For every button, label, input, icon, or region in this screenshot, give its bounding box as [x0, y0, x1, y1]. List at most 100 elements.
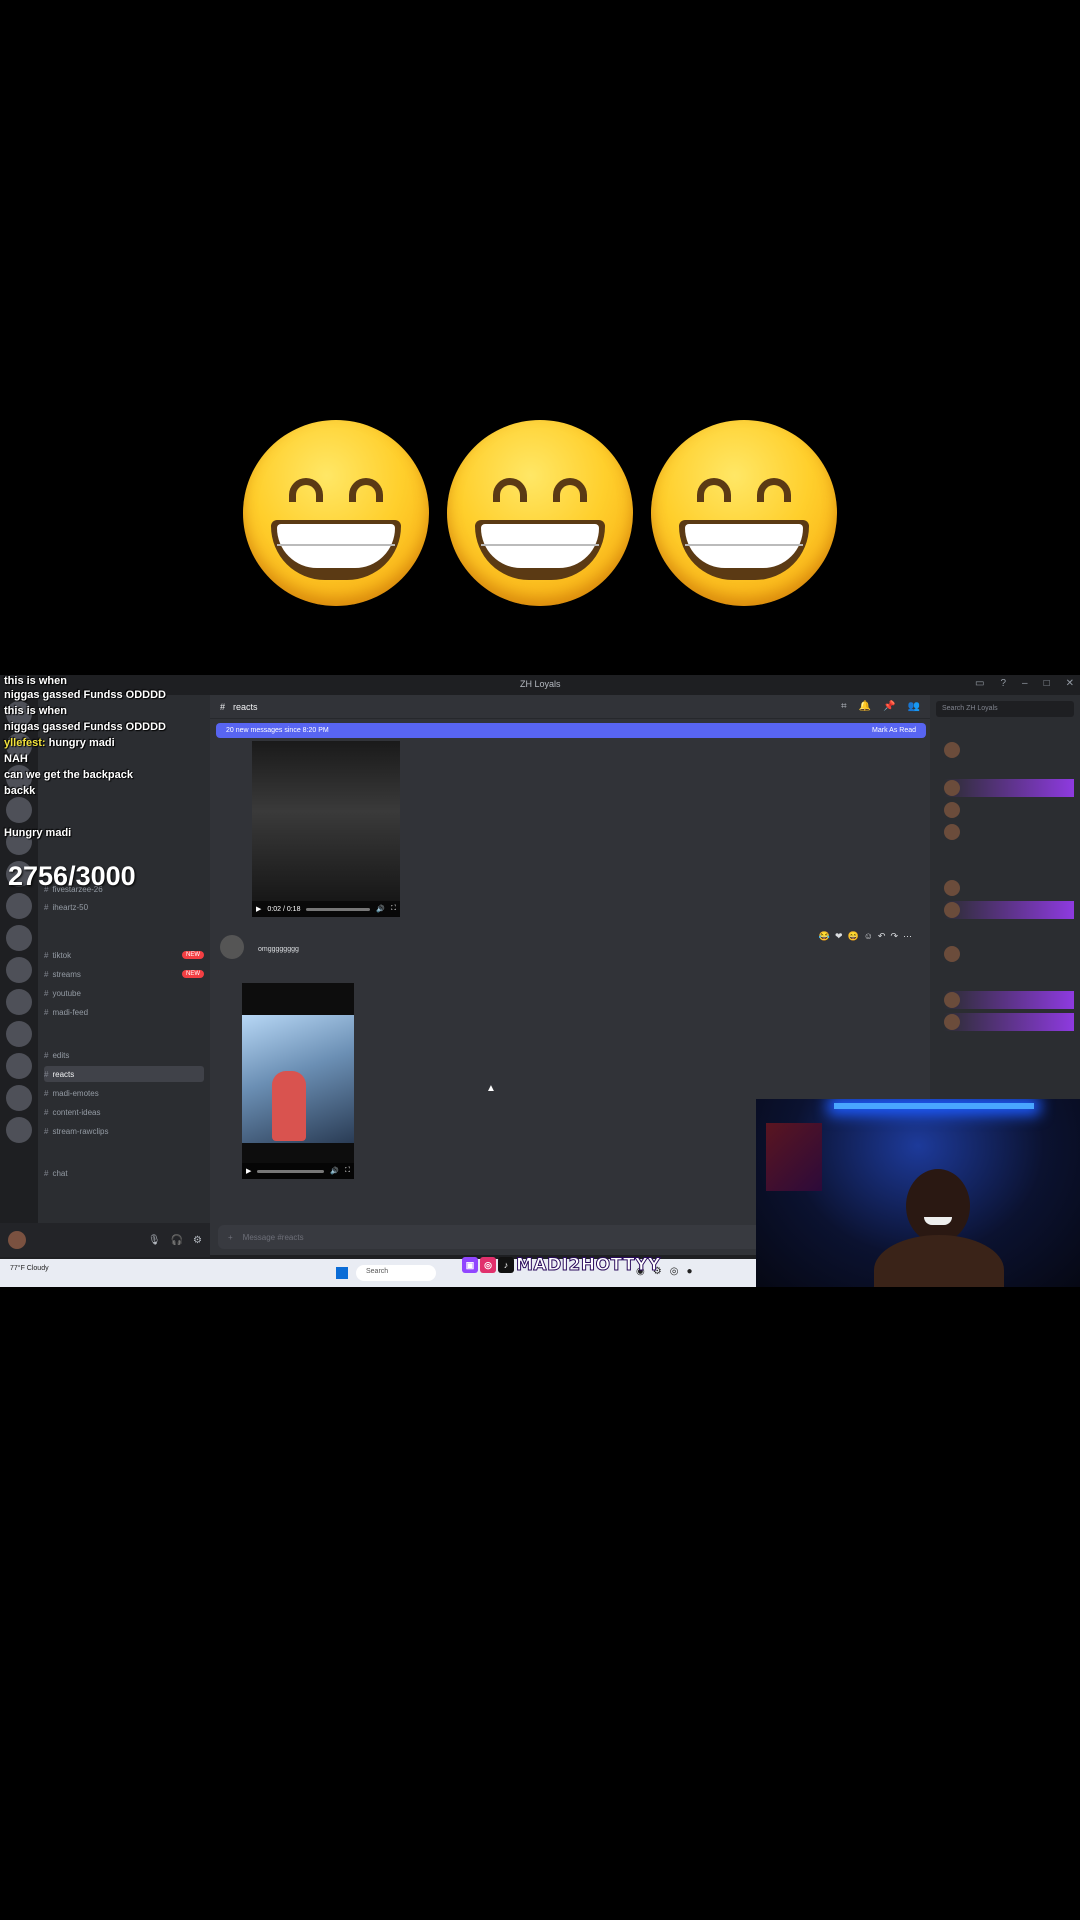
hash-icon: #: [44, 1126, 49, 1136]
gear-icon[interactable]: ⚙: [193, 1235, 202, 1246]
taskbar-search[interactable]: Search: [356, 1265, 436, 1281]
channel-item-edits[interactable]: # edits: [44, 1047, 204, 1063]
channel-item-tiktok[interactable]: # tiktok NEW: [44, 947, 204, 963]
video-attachment[interactable]: ▶ 0:02 / 0:18 🔊 ⛶: [252, 741, 400, 917]
play-icon[interactable]: ▶: [246, 1167, 251, 1175]
server-icon[interactable]: [6, 925, 32, 951]
hash-icon: #: [44, 969, 49, 979]
user-panel: 🎙 🎧 ⚙: [0, 1223, 210, 1257]
window-title: ZH Loyals: [520, 679, 561, 689]
inbox-icon[interactable]: ▭: [975, 678, 984, 689]
threads-icon[interactable]: ⌗: [841, 701, 847, 712]
channel-item-reacts[interactable]: # reacts: [44, 1066, 204, 1082]
channel-item-madi-feed[interactable]: # madi-feed: [44, 1004, 204, 1020]
app-icon[interactable]: ●: [686, 1266, 692, 1277]
chat-line: NAH: [4, 753, 28, 765]
hash-icon: #: [44, 1088, 49, 1098]
hash-icon: #: [44, 1107, 49, 1117]
video-controls: ▶ 🔊 ⛶: [242, 1163, 354, 1179]
reaction-icon[interactable]: ❤: [835, 931, 843, 942]
mark-as-read-button[interactable]: Mark As Read: [872, 727, 916, 734]
channel-item-streams[interactable]: # streams NEW: [44, 966, 204, 982]
close-button[interactable]: ✕: [1066, 678, 1074, 689]
chat-message: Hungry madi: [4, 827, 72, 839]
video-progress[interactable]: [257, 1169, 325, 1173]
tiktok-icon: ♪: [498, 1257, 514, 1273]
reaction-icon[interactable]: 😄: [847, 931, 858, 942]
channel-item-iheartz-50[interactable]: # iheartz-50: [44, 899, 204, 915]
weather-widget[interactable]: 77°F Cloudy: [10, 1265, 49, 1272]
channel-item-youtube[interactable]: # youtube: [44, 985, 204, 1001]
member-item[interactable]: [944, 741, 1074, 759]
reply-icon[interactable]: ↶: [878, 931, 886, 942]
pin-icon[interactable]: 📌: [883, 701, 895, 712]
member-item[interactable]: [944, 901, 1074, 919]
server-icon[interactable]: [6, 957, 32, 983]
chat-username: yllefest:: [4, 737, 46, 749]
channel-item-madi-emotes[interactable]: # madi-emotes: [44, 1085, 204, 1101]
server-icon[interactable]: [6, 1117, 32, 1143]
more-icon[interactable]: ⋯: [903, 931, 912, 942]
member-item[interactable]: [944, 879, 1074, 897]
forward-icon[interactable]: ↷: [890, 931, 898, 942]
member-item[interactable]: [944, 801, 1074, 819]
hash-icon: #: [44, 950, 49, 960]
video-attachment[interactable]: ▶ 🔊 ⛶: [242, 983, 354, 1179]
new-messages-bar[interactable]: 20 new messages since 8:20 PM Mark As Re…: [216, 723, 926, 738]
volume-icon[interactable]: 🔊: [330, 1167, 339, 1175]
chat-message: backk: [4, 785, 36, 797]
minimize-button[interactable]: –: [1022, 678, 1028, 689]
instagram-icon: ◎: [480, 1257, 496, 1273]
server-icon[interactable]: [6, 893, 32, 919]
twitch-icon: ▣: [462, 1257, 478, 1273]
hash-icon: #: [44, 1007, 49, 1017]
server-icon[interactable]: [6, 1021, 32, 1047]
help-icon[interactable]: ?: [1000, 678, 1006, 689]
avatar[interactable]: [8, 1231, 26, 1249]
hash-icon: #: [44, 988, 49, 998]
channel-label: stream-rawclips: [52, 1126, 109, 1136]
headphones-icon[interactable]: 🎧: [171, 1235, 183, 1246]
video-progress[interactable]: [306, 907, 371, 911]
server-icon[interactable]: [6, 1085, 32, 1111]
fullscreen-icon[interactable]: ⛶: [391, 905, 396, 913]
channel-title: reacts: [233, 701, 258, 712]
microphone-icon[interactable]: 🎙: [148, 1235, 161, 1246]
channel-label: content-ideas: [52, 1107, 101, 1117]
windows-start-icon[interactable]: [336, 1267, 348, 1279]
mouse-cursor-icon: ▲: [486, 1083, 496, 1094]
channel-item-chat[interactable]: # chat: [44, 1165, 204, 1181]
goal-counter: 2756/3000: [8, 861, 136, 891]
reaction-icon[interactable]: 😂: [819, 931, 830, 942]
streamer-handle: ▣ ◎ ♪ MADI2HOTTYY: [462, 1255, 661, 1276]
fullscreen-icon[interactable]: ⛶: [345, 1167, 350, 1175]
webcam-feed: [756, 1099, 1080, 1287]
chrome-app-icon[interactable]: ◎: [670, 1266, 679, 1277]
channel-label: streams: [52, 969, 81, 979]
member-item[interactable]: [944, 779, 1074, 797]
volume-icon[interactable]: 🔊: [376, 905, 385, 913]
bell-icon[interactable]: 🔔: [859, 701, 871, 712]
channel-item-stream-rawclips[interactable]: # stream-rawclips: [44, 1123, 204, 1139]
add-attachment-icon[interactable]: +: [228, 1233, 233, 1242]
avatar[interactable]: [220, 935, 244, 959]
member-item[interactable]: [944, 991, 1074, 1009]
member-item[interactable]: [944, 945, 1074, 963]
search-input[interactable]: Search ZH Loyals: [936, 701, 1074, 717]
new-badge: NEW: [182, 951, 204, 959]
channel-label: madi-feed: [52, 1007, 89, 1017]
grinning-face-emoji: [243, 420, 429, 606]
play-icon[interactable]: ▶: [256, 905, 261, 913]
maximize-button[interactable]: □: [1044, 678, 1050, 689]
member-item[interactable]: [944, 1013, 1074, 1031]
server-icon[interactable]: [6, 1053, 32, 1079]
chat-line: niggas gassed Fundss ODDDD: [4, 689, 166, 701]
add-reaction-icon[interactable]: ☺: [864, 931, 873, 942]
hash-icon: #: [44, 1168, 49, 1178]
server-icon[interactable]: [6, 989, 32, 1015]
member-item[interactable]: [944, 823, 1074, 841]
channel-label: madi-emotes: [52, 1088, 99, 1098]
chat-line: backk: [4, 785, 35, 797]
members-icon[interactable]: 👥: [908, 701, 920, 712]
channel-item-content-ideas[interactable]: # content-ideas: [44, 1104, 204, 1120]
